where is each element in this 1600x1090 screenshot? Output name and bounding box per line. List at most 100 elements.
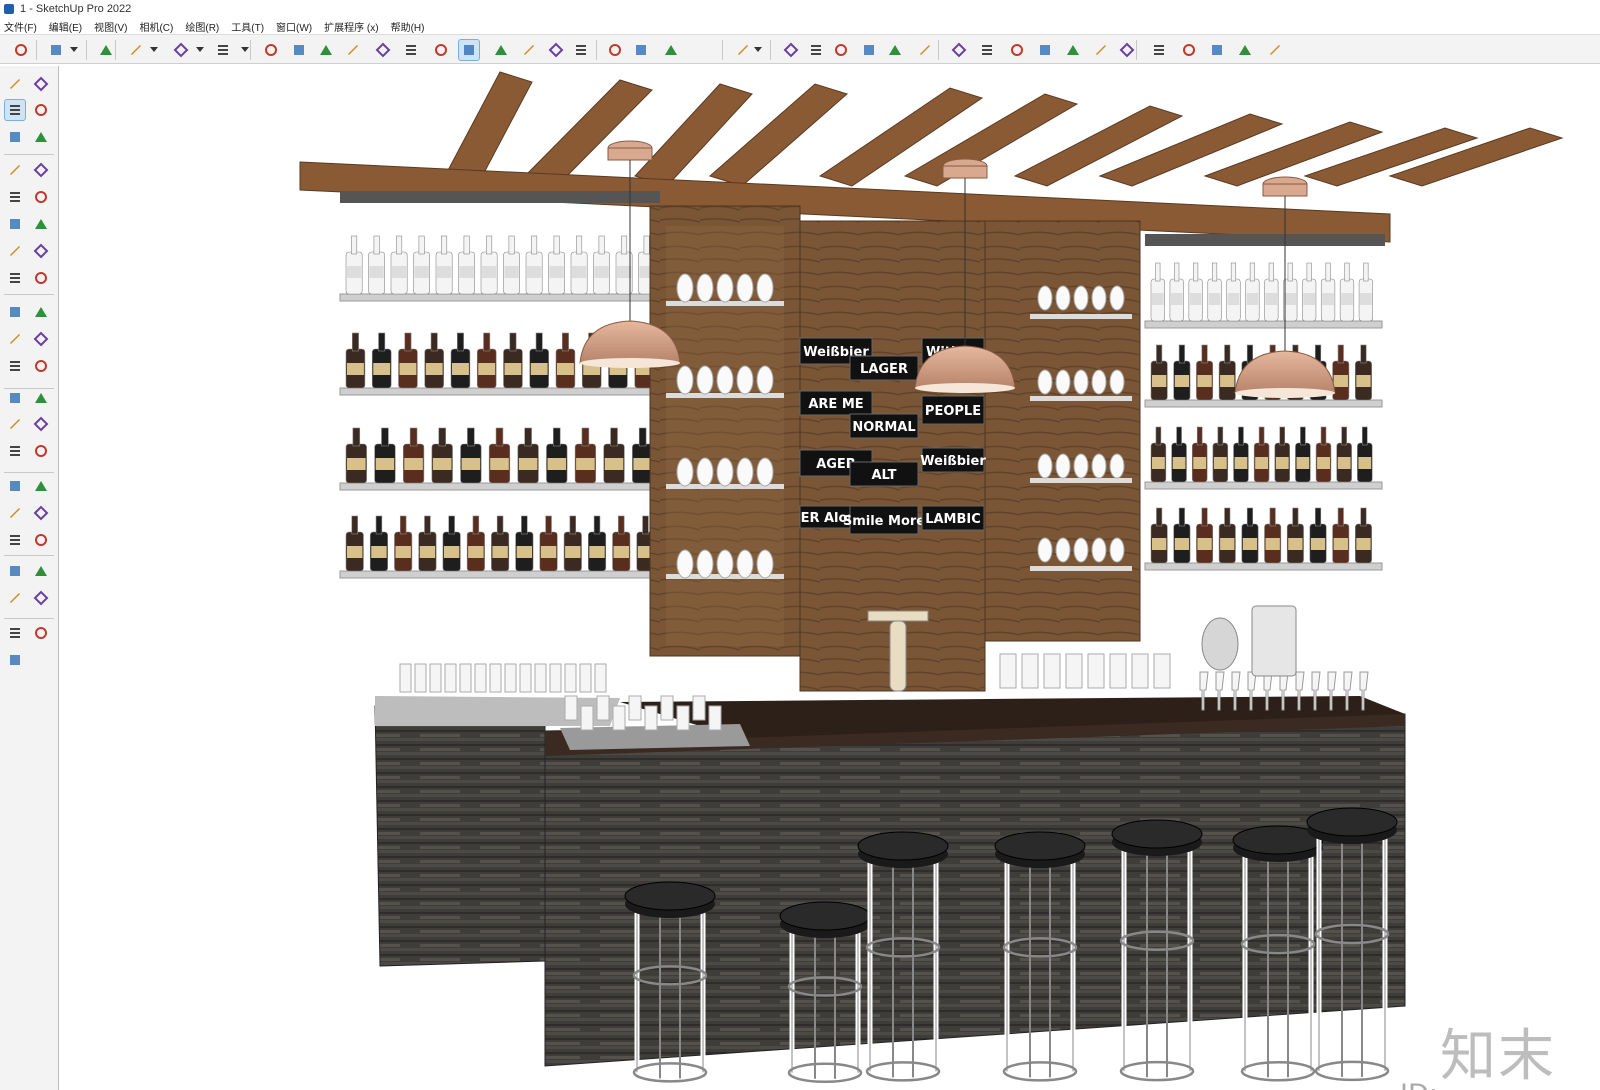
extension-icon[interactable] (858, 39, 880, 61)
orbit2-icon[interactable] (4, 475, 26, 497)
menu-window[interactable]: 窗口(W) (276, 19, 312, 34)
move-icon[interactable] (315, 39, 337, 61)
menu-file[interactable]: 文件(F) (4, 19, 37, 34)
protractor-icon[interactable] (4, 413, 26, 435)
menu-draw[interactable]: 绘图(R) (185, 19, 219, 34)
house-icon[interactable] (830, 39, 852, 61)
tape-measure-icon[interactable] (4, 387, 26, 409)
zoom-extents-icon[interactable] (4, 529, 26, 551)
pencil-icon[interactable] (4, 159, 26, 181)
section-cuts-icon[interactable] (30, 622, 52, 644)
home-icon[interactable] (884, 39, 906, 61)
tape-icon[interactable] (30, 126, 52, 148)
scale-icon[interactable] (4, 355, 26, 377)
bottle-label (1265, 538, 1280, 550)
section-plane-icon[interactable] (30, 587, 52, 609)
arc-icon[interactable] (4, 240, 26, 262)
push-pull-icon[interactable] (260, 39, 282, 61)
dimension-icon[interactable] (30, 387, 52, 409)
pan-icon[interactable] (518, 39, 540, 61)
orbit-icon[interactable] (30, 73, 52, 95)
zoom-window-icon[interactable] (30, 502, 52, 524)
user-icon[interactable] (732, 39, 754, 61)
orbit-icon[interactable] (490, 39, 512, 61)
eraser-icon[interactable] (30, 99, 52, 121)
scale-icon[interactable] (372, 39, 394, 61)
polygon-icon[interactable] (30, 213, 52, 235)
offset-icon[interactable] (30, 355, 52, 377)
cloud-icon[interactable] (1116, 39, 1138, 61)
tape-measure-icon[interactable] (400, 39, 422, 61)
menu-edit[interactable]: 编辑(E) (49, 19, 82, 34)
paint-bucket-icon[interactable] (4, 99, 26, 121)
dropdown-arrow-icon[interactable] (241, 47, 249, 52)
section-display-icon[interactable] (630, 39, 652, 61)
zoom-extents-icon[interactable] (570, 39, 592, 61)
3d-text-icon[interactable] (30, 440, 52, 462)
menu-help[interactable]: 帮助(H) (391, 19, 425, 34)
bottle-label (1213, 457, 1227, 469)
pan-icon[interactable] (30, 475, 52, 497)
circle-icon[interactable] (4, 213, 26, 235)
layers-icon[interactable] (1062, 39, 1084, 61)
pencil-icon[interactable] (125, 39, 147, 61)
pie-icon[interactable] (30, 267, 52, 289)
text-icon[interactable] (430, 39, 452, 61)
dropdown-arrow-icon[interactable] (70, 47, 78, 52)
menu-tools[interactable]: 工具(T) (231, 19, 264, 34)
position-camera-icon[interactable] (4, 560, 26, 582)
shield-icon[interactable] (1034, 39, 1056, 61)
dropdown-arrow-icon[interactable] (150, 47, 158, 52)
move-icon[interactable] (4, 301, 26, 323)
components-icon[interactable] (4, 126, 26, 148)
select-icon[interactable] (4, 73, 26, 95)
look-around-icon[interactable] (30, 560, 52, 582)
materials-icon[interactable] (1090, 39, 1112, 61)
three-point-arc-icon[interactable] (4, 267, 26, 289)
section-plane-icon[interactable] (604, 39, 626, 61)
freehand-icon[interactable] (30, 159, 52, 181)
menu-view[interactable]: 视图(V) (94, 19, 127, 34)
tag-icon[interactable] (660, 39, 682, 61)
paint-bucket-icon[interactable] (458, 39, 480, 61)
cart-icon[interactable] (1234, 39, 1256, 61)
warehouse-icon[interactable] (780, 39, 802, 61)
zoom-window-icon[interactable] (545, 39, 567, 61)
walk-icon[interactable] (4, 587, 26, 609)
menu-camera[interactable]: 相机(C) (139, 19, 173, 34)
zoom-icon[interactable] (10, 39, 32, 61)
component-icon[interactable] (805, 39, 827, 61)
axes-icon[interactable] (4, 440, 26, 462)
rectangle-icon[interactable] (212, 39, 234, 61)
zoom-icon[interactable] (4, 502, 26, 524)
text-icon[interactable] (30, 413, 52, 435)
add-location-icon[interactable] (1006, 39, 1028, 61)
select-icon[interactable] (45, 39, 67, 61)
dropdown-arrow-icon[interactable] (754, 47, 762, 52)
menu-extensions[interactable]: 扩展程序 (x) (324, 19, 378, 34)
section-display-icon[interactable] (4, 649, 26, 671)
eraser-icon[interactable] (95, 39, 117, 61)
info-icon[interactable] (1206, 39, 1228, 61)
two-point-arc-icon[interactable] (30, 240, 52, 262)
camera-icon[interactable] (976, 39, 998, 61)
solid-icon[interactable] (914, 39, 936, 61)
glass (1109, 537, 1125, 563)
previous-icon[interactable] (30, 529, 52, 551)
account-icon[interactable] (1264, 39, 1286, 61)
dropdown-arrow-icon[interactable] (196, 47, 204, 52)
push-pull-icon[interactable] (30, 301, 52, 323)
settings-icon[interactable] (1148, 39, 1170, 61)
follow-me-icon[interactable] (288, 39, 310, 61)
rotate-icon[interactable] (342, 39, 364, 61)
model-viewport[interactable]: WeißbierLAGERWitbierARE MENORMALPEOPLEAG… (60, 66, 1600, 1090)
rotated-rect-icon[interactable] (30, 186, 52, 208)
follow-me-icon[interactable] (30, 328, 52, 350)
style-icon[interactable] (1178, 39, 1200, 61)
outliner-icon[interactable] (948, 39, 970, 61)
section-fill-icon[interactable] (4, 622, 26, 644)
arc-icon[interactable] (170, 39, 192, 61)
rotate-icon[interactable] (4, 328, 26, 350)
glass (708, 705, 722, 731)
rectangle-icon[interactable] (4, 186, 26, 208)
